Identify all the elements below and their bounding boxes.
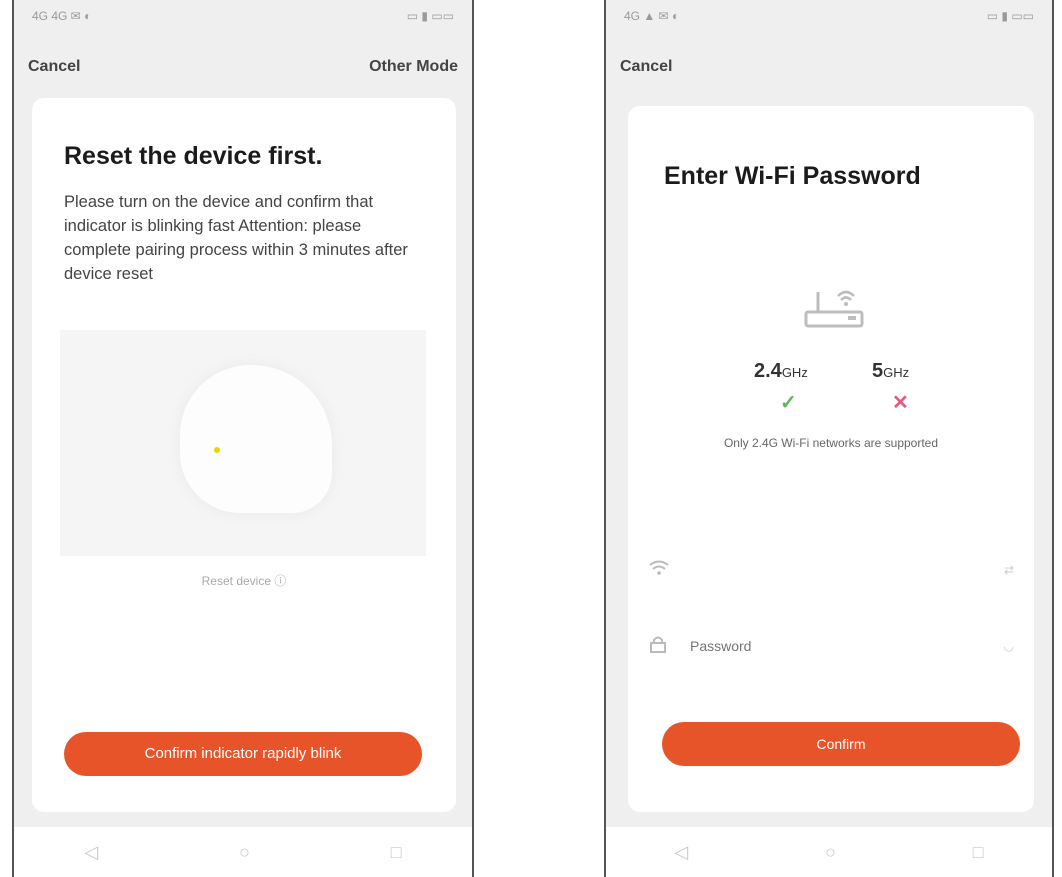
device-image xyxy=(180,365,332,513)
page-title: Reset the device first. xyxy=(64,142,323,170)
nav-bar: Cancel Other Mode xyxy=(28,52,458,82)
band-24ghz: 2.4GHz xyxy=(754,360,808,383)
reset-card: Reset the device first. Please turn on t… xyxy=(32,98,456,812)
reset-caption[interactable]: Reset device ⓘ xyxy=(32,572,456,589)
status-bar: 4G ▲ ✉ ◐ ▭ ▮ ▭▭ xyxy=(624,6,1034,26)
band-5ghz: 5GHz xyxy=(872,360,909,383)
wifi-icon xyxy=(648,560,680,581)
back-icon[interactable]: ◁ xyxy=(674,842,688,863)
router-icon xyxy=(804,290,864,328)
status-left: 4G ▲ ✉ ◐ xyxy=(624,9,680,23)
lock-icon xyxy=(648,635,680,658)
home-icon[interactable]: ○ xyxy=(825,842,836,863)
back-icon[interactable]: ◁ xyxy=(84,842,98,863)
instructions-text: Please turn on the device and confirm th… xyxy=(64,193,408,283)
band-5-unit: GHz xyxy=(883,365,910,380)
check-icon: ✓ xyxy=(780,392,797,414)
cancel-button[interactable]: Cancel xyxy=(620,58,672,76)
confirm-button[interactable]: Confirm xyxy=(662,722,1020,766)
system-nav-bar: ◁ ○ □ xyxy=(606,827,1052,877)
password-field[interactable]: ◡ xyxy=(648,626,1014,666)
switch-network-icon[interactable]: ⇄ xyxy=(1004,563,1014,577)
show-password-icon[interactable]: ◡ xyxy=(1004,639,1014,653)
wifi-ssid-field[interactable]: ⇄ xyxy=(648,550,1014,590)
home-icon[interactable]: ○ xyxy=(239,842,250,863)
password-input[interactable] xyxy=(688,637,1008,655)
nav-bar: Cancel xyxy=(620,52,1038,82)
confirm-indicator-button[interactable]: Confirm indicator rapidly blink xyxy=(64,732,422,776)
wifi-card: Enter Wi-Fi Password 2.4GHz 5GHz ✓ ✕ Onl… xyxy=(628,106,1034,812)
recent-apps-icon[interactable]: □ xyxy=(973,842,984,863)
page-title: Enter Wi-Fi Password xyxy=(664,162,921,190)
status-right: ▭ ▮ ▭▭ xyxy=(406,9,454,23)
cancel-button[interactable]: Cancel xyxy=(28,58,80,76)
band-24-value: 2.4 xyxy=(754,360,782,382)
band-24-unit: GHz xyxy=(781,365,808,380)
system-nav-bar: ◁ ○ □ xyxy=(14,827,472,877)
phone-screen-reset: 4G 4G ✉ ◐ ▭ ▮ ▭▭ Cancel Other Mode Reset… xyxy=(12,0,474,877)
other-mode-button[interactable]: Other Mode xyxy=(369,58,458,76)
status-right: ▭ ▮ ▭▭ xyxy=(986,9,1034,23)
cross-icon: ✕ xyxy=(892,392,909,414)
device-illustration xyxy=(60,330,426,556)
band-5-value: 5 xyxy=(872,360,884,382)
status-bar: 4G 4G ✉ ◐ ▭ ▮ ▭▭ xyxy=(32,6,454,26)
recent-apps-icon[interactable]: □ xyxy=(391,842,402,863)
phone-screen-wifi: 4G ▲ ✉ ◐ ▭ ▮ ▭▭ Cancel Enter Wi-Fi Passw… xyxy=(604,0,1054,877)
indicator-led xyxy=(214,447,220,453)
status-left: 4G 4G ✉ ◐ xyxy=(32,9,92,23)
band-support-note: Only 2.4G Wi-Fi networks are supported xyxy=(723,436,939,450)
